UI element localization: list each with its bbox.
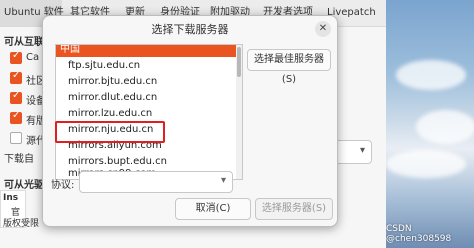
section-cdrom-heading: 可从光驱 — [4, 180, 44, 191]
dialog-title: 选择下载服务器 — [151, 23, 229, 36]
list-scrollbar[interactable] — [236, 45, 242, 179]
select-best-server-button[interactable]: 选择最佳服务器(S) — [247, 49, 331, 85]
chevron-down-icon: ▾ — [220, 175, 226, 186]
checkbox-label: Ca — [26, 52, 40, 63]
desktop-wallpaper: CSDN @chen308598 — [386, 0, 474, 248]
cdrom-list[interactable]: Ins 官 版权受限 — [0, 190, 39, 229]
checkbox-drivers[interactable] — [10, 90, 22, 104]
cdrom-item-sub: 版权受限 — [3, 219, 40, 229]
cancel-button[interactable]: 取消(C) — [175, 198, 251, 220]
server-item[interactable]: mirror.bjtu.edu.cn — [68, 76, 157, 87]
server-item[interactable]: mirrors.bupt.edu.cn — [68, 156, 167, 167]
server-item[interactable]: mirror.lzu.edu.cn — [68, 108, 152, 119]
server-item[interactable]: mirror.dlut.edu.cn — [68, 92, 157, 103]
server-list[interactable]: 中国 ftp.sjtu.edu.cn mirror.bjtu.edu.cn mi… — [55, 44, 243, 180]
close-icon[interactable]: ✕ — [315, 21, 331, 37]
cdrom-item-prefix: Ins — [3, 193, 19, 203]
highlight-box — [55, 121, 165, 143]
server-item[interactable]: ftp.sjtu.edu.cn — [68, 60, 140, 71]
choose-server-button[interactable]: 选择服务器(S) — [255, 198, 333, 220]
checkbox-restricted[interactable] — [10, 110, 22, 124]
scrollbar-thumb[interactable] — [237, 47, 241, 77]
server-group-china[interactable]: 中国 — [56, 45, 240, 57]
checkbox-canonical[interactable] — [10, 50, 22, 64]
checkbox-source-code[interactable] — [10, 132, 22, 144]
download-from-label: 下载自 — [4, 154, 34, 165]
section-internet-heading: 可从互联 — [4, 37, 44, 48]
checkbox-community[interactable] — [10, 70, 22, 84]
protocol-label: 协议: — [51, 180, 75, 191]
watermark-text: CSDN @chen308598 — [386, 224, 452, 244]
protocol-combo[interactable]: ▾ — [79, 171, 233, 193]
choose-server-dialog: 选择下载服务器 ✕ 中国 ftp.sjtu.edu.cn mirror.bjtu… — [42, 15, 338, 227]
